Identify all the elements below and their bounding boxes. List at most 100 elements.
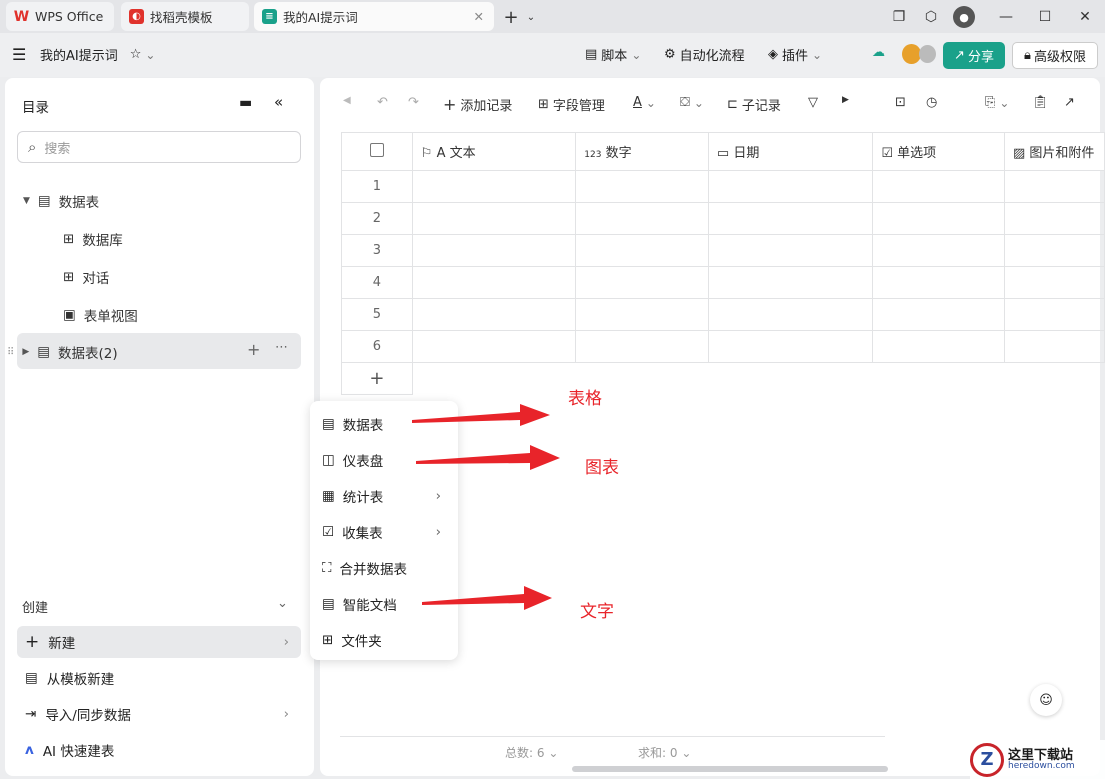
table-cell[interactable] (707, 202, 874, 235)
column-header-attachment[interactable]: ▨ 图片和附件 (1003, 132, 1105, 171)
double-chevron-left-icon[interactable]: « (274, 93, 283, 111)
star-icon[interactable]: ☆ (130, 47, 142, 62)
share-link-icon[interactable]: ↗ (1064, 95, 1075, 110)
window-icon[interactable]: ❐ (888, 6, 910, 28)
clipboard-icon[interactable]: 📋︎ (1032, 95, 1049, 110)
collaborators-avatars[interactable] (902, 43, 936, 65)
permission-button[interactable]: 🔒︎ 高级权限 (1012, 42, 1098, 69)
table-cell[interactable] (872, 298, 1005, 331)
table-cell[interactable] (411, 330, 577, 363)
table-cell[interactable] (575, 330, 709, 363)
caret-down-icon[interactable]: ▼ (23, 196, 30, 206)
table-cell[interactable] (575, 234, 709, 267)
sub-record-button[interactable]: ⊏ 子记录 (727, 95, 781, 114)
table-cell[interactable] (575, 202, 709, 235)
more-right-icon[interactable]: ▶ (842, 95, 849, 105)
table-cell[interactable] (411, 298, 577, 331)
ai-quick-table-button[interactable]: ʌ AI 快速建表 (17, 734, 301, 766)
export-icon[interactable]: ⎘ ⌄ (985, 95, 1009, 110)
undo-icon[interactable]: ↶ (377, 95, 388, 110)
table-cell[interactable] (575, 298, 709, 331)
new-from-template-button[interactable]: ▤ 从模板新建 (17, 662, 301, 694)
sum-value[interactable]: 求和: 0 ⌄ (638, 744, 691, 761)
total-count[interactable]: 总数: 6 ⌄ (505, 744, 558, 761)
table-cell[interactable] (1003, 298, 1105, 331)
redo-icon[interactable]: ↷ (408, 95, 419, 110)
text-color-button[interactable]: A ⌄ (633, 95, 656, 110)
menu-icon[interactable]: ☰ (12, 45, 26, 64)
table-cell[interactable] (707, 170, 874, 203)
table-cell[interactable] (872, 170, 1005, 203)
tab-templates[interactable]: ◐ 找稻壳模板 (121, 2, 249, 31)
minimize-icon[interactable]: — (995, 6, 1017, 28)
select-all-checkbox[interactable] (341, 132, 413, 171)
automation-button[interactable]: ⚙ 自动化流程 (664, 45, 745, 64)
add-icon[interactable]: + (247, 340, 260, 359)
table-cell[interactable] (707, 266, 874, 299)
column-header-date[interactable]: ▭ 日期 (707, 132, 874, 171)
table-row[interactable]: 2 (341, 202, 1105, 235)
table-cell[interactable] (1003, 266, 1105, 299)
table-cell[interactable] (411, 170, 577, 203)
table-cell[interactable] (707, 330, 874, 363)
sidebar-item-form-view[interactable]: ▣ 表单视图 (63, 305, 138, 325)
plugin-button[interactable]: ◈ 插件 ⌄ (768, 45, 822, 64)
table-row[interactable]: 3 (341, 234, 1105, 267)
close-tab-icon[interactable]: ✕ (474, 9, 484, 24)
table-row[interactable]: 1 (341, 170, 1105, 203)
layout-icon[interactable]: ⊡ (895, 95, 906, 110)
table-cell[interactable] (872, 202, 1005, 235)
cloud-icon[interactable]: ☁ (872, 45, 885, 60)
column-header-number[interactable]: 123 数字 (575, 132, 709, 171)
tab-wps-office[interactable]: W WPS Office (6, 2, 114, 31)
prev-icon[interactable]: ◀ (343, 95, 351, 106)
search-input[interactable]: ⌕ 搜索 (17, 131, 301, 163)
history-icon[interactable]: ◷ (926, 95, 937, 110)
table-cell[interactable] (707, 234, 874, 267)
maximize-icon[interactable]: ☐ (1034, 6, 1056, 28)
table-cell[interactable] (1003, 170, 1105, 203)
table-cell[interactable] (1003, 330, 1105, 363)
table-cell[interactable] (872, 266, 1005, 299)
drag-handle-icon[interactable]: ⠿ (7, 347, 14, 358)
share-button[interactable]: ↗ 分享 (943, 42, 1005, 69)
table-cell[interactable] (575, 266, 709, 299)
fill-color-button[interactable]: ⛋ ⌄ (680, 95, 704, 110)
chevron-down-icon[interactable]: ⌄ (277, 596, 288, 611)
sidebar-item-database[interactable]: ⊞ 数据库 (63, 229, 123, 249)
table-row[interactable]: 4 (341, 266, 1105, 299)
table-row[interactable]: 5 (341, 298, 1105, 331)
cube-icon[interactable]: ⬡ (920, 6, 942, 28)
menu-item-folder[interactable]: ⊞ 文件夹 (322, 630, 447, 650)
table-cell[interactable] (411, 202, 577, 235)
table-cell[interactable] (411, 266, 577, 299)
filter-icon[interactable]: ▽ (808, 95, 818, 110)
sidebar-item-datasheet[interactable]: ▼ ▤ 数据表 (23, 191, 99, 211)
table-cell[interactable] (707, 298, 874, 331)
sidebar-item-dialog[interactable]: ⊞ 对话 (63, 267, 109, 287)
sidebar-item-datasheet-2-content[interactable]: ⠿ ▶ ▤ 数据表(2) (7, 342, 118, 362)
table-cell[interactable] (575, 170, 709, 203)
caret-right-icon[interactable]: ▶ (22, 347, 29, 357)
close-window-icon[interactable]: ✕ (1074, 6, 1096, 28)
column-header-single-select[interactable]: ☑ 单选项 (872, 132, 1005, 171)
table-cell[interactable] (1003, 234, 1105, 267)
chevron-down-icon[interactable]: ⌄ (145, 48, 155, 62)
import-sync-button[interactable]: ⇥ 导入/同步数据 › (17, 698, 301, 730)
tab-ai-prompts[interactable]: ≡ 我的AI提示词 ✕ (254, 2, 494, 31)
assistant-icon[interactable]: ☺ (1030, 684, 1062, 716)
doc-title-area[interactable]: 我的AI提示词 ☆ ⌄ (40, 45, 155, 64)
table-cell[interactable] (872, 234, 1005, 267)
avatar[interactable]: ● (953, 6, 975, 28)
chevron-down-icon[interactable]: ⌄ (520, 6, 542, 28)
table-cell[interactable] (872, 330, 1005, 363)
table-cell[interactable] (411, 234, 577, 267)
field-manage-button[interactable]: ⊞ 字段管理 (538, 95, 605, 114)
script-button[interactable]: ▤ 脚本 ⌄ (585, 45, 641, 64)
horizontal-scrollbar[interactable] (572, 766, 888, 772)
table-row[interactable]: 6 (341, 330, 1105, 363)
new-tab-icon[interactable]: + (500, 6, 522, 28)
table-cell[interactable] (1003, 202, 1105, 235)
column-header-text[interactable]: ⚐ A 文本 (411, 132, 577, 171)
more-icon[interactable]: ⋯ (275, 340, 288, 355)
